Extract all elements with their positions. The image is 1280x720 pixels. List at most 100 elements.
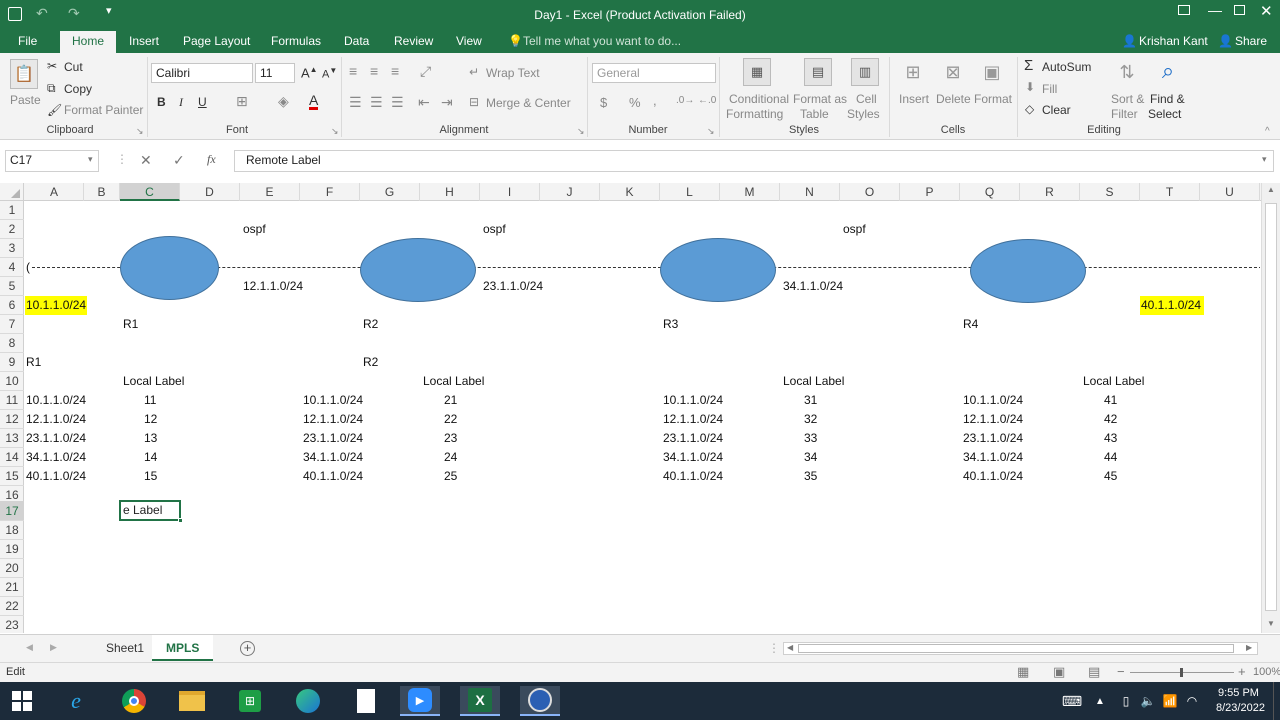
find-select-label-2[interactable]: Select	[1148, 107, 1181, 121]
number-format-box[interactable]: General	[592, 63, 716, 83]
insert-cells-icon[interactable]: ⊞	[900, 58, 926, 86]
dialog-launcher-icon[interactable]: ↘	[577, 126, 585, 137]
label-cell[interactable]: 34	[804, 448, 817, 467]
merge-center-button[interactable]: Merge & Center	[486, 96, 571, 110]
keyboard-icon[interactable]: ⌨	[1058, 686, 1086, 716]
column-header-c[interactable]: C	[120, 183, 180, 201]
shrink-font-icon[interactable]: A▼	[322, 66, 337, 81]
cut-button[interactable]: Cut	[64, 60, 83, 74]
add-sheet-icon[interactable]: +	[240, 641, 255, 656]
column-header-p[interactable]: P	[900, 183, 960, 201]
decrease-indent-icon[interactable]: ⇤	[418, 94, 430, 111]
router-r3-shape[interactable]	[660, 238, 776, 302]
prefix-cell[interactable]: 34.1.1.0/24	[663, 448, 723, 467]
obs-icon[interactable]	[520, 686, 560, 716]
collapse-ribbon-icon[interactable]: ^	[1265, 126, 1270, 137]
font-name-box[interactable]: Calibri	[151, 63, 253, 83]
tab-formulas[interactable]: Formulas	[271, 34, 321, 48]
prefix-cell[interactable]: 10.1.1.0/24	[303, 391, 363, 410]
find-select-icon[interactable]: ⌕	[1153, 56, 1183, 86]
font-size-box[interactable]: 11	[255, 63, 295, 83]
label-cell[interactable]: 21	[444, 391, 457, 410]
row-header[interactable]: 23	[0, 616, 24, 635]
cell-styles-label-1[interactable]: Cell	[856, 92, 877, 106]
row-header[interactable]: 22	[0, 597, 24, 616]
tab-file[interactable]: File	[18, 34, 37, 48]
expand-formula-bar-icon[interactable]: ▾	[1262, 154, 1267, 165]
top-align-icon[interactable]: ≡	[349, 63, 357, 79]
router-r4-shape[interactable]	[970, 239, 1086, 303]
bold-button[interactable]: B	[157, 95, 166, 109]
ribbon-display-icon[interactable]	[1178, 5, 1190, 15]
increase-indent-icon[interactable]: ⇥	[441, 94, 453, 111]
name-box-dropdown-icon[interactable]: ▾	[88, 154, 93, 165]
dialog-launcher-icon[interactable]: ↘	[136, 126, 144, 137]
row-header[interactable]: 1	[0, 201, 24, 220]
row-header[interactable]: 15	[0, 467, 24, 486]
format-as-table-icon[interactable]: ▤	[804, 58, 832, 86]
fill-color-icon[interactable]: ◈	[278, 93, 289, 110]
underline-button[interactable]: U	[198, 95, 207, 109]
label-cell[interactable]: 31	[804, 391, 817, 410]
fill-button[interactable]: Fill	[1042, 82, 1057, 96]
prefix-cell[interactable]: 23.1.1.0/24	[303, 429, 363, 448]
row-header[interactable]: 5	[0, 277, 24, 296]
label-cell[interactable]: 24	[444, 448, 457, 467]
row-header[interactable]: 7	[0, 315, 24, 334]
normal-view-icon[interactable]: ▦	[1017, 664, 1029, 680]
zoom-app-icon[interactable]: ▶	[400, 686, 440, 716]
tab-insert[interactable]: Insert	[129, 34, 159, 48]
label-cell[interactable]: 22	[444, 410, 457, 429]
internet-explorer-icon[interactable]: e	[56, 686, 96, 716]
start-icon[interactable]	[2, 686, 42, 716]
prefix-cell[interactable]: 12.1.1.0/24	[26, 410, 86, 429]
prefix-cell[interactable]: 40.1.1.0/24	[663, 467, 723, 486]
label-cell[interactable]: 43	[1104, 429, 1117, 448]
format-painter-button[interactable]: Format Painter	[64, 103, 143, 117]
format-as-table-label-1[interactable]: Format as	[793, 92, 847, 106]
column-header-r[interactable]: R	[1020, 183, 1080, 201]
label-cell[interactable]: 12	[144, 410, 157, 429]
insert-cells-button[interactable]: Insert	[899, 92, 929, 106]
prefix-cell[interactable]: 10.1.1.0/24	[963, 391, 1023, 410]
find-select-label-1[interactable]: Find &	[1150, 92, 1185, 106]
column-header-n[interactable]: N	[780, 183, 840, 201]
format-as-table-label-2[interactable]: Table	[800, 107, 829, 121]
currency-button[interactable]: $	[600, 95, 607, 110]
tell-me-box[interactable]: Tell me what you want to do...	[523, 34, 681, 48]
scroll-left-icon[interactable]: ◀	[787, 643, 793, 652]
paste-icon[interactable]: 📋	[10, 59, 38, 89]
tab-view[interactable]: View	[456, 34, 482, 48]
label-cell[interactable]: 45	[1104, 467, 1117, 486]
cell-styles-icon[interactable]: ▥	[851, 58, 879, 86]
prefix-cell[interactable]: 34.1.1.0/24	[26, 448, 86, 467]
percent-button[interactable]: %	[629, 95, 641, 110]
delete-cells-button[interactable]: Delete	[936, 92, 971, 106]
store-icon[interactable]: ⊞	[230, 686, 270, 716]
column-header-g[interactable]: G	[360, 183, 420, 201]
sort-filter-label-2[interactable]: Filter	[1111, 107, 1138, 121]
sort-filter-label-1[interactable]: Sort &	[1111, 92, 1144, 106]
page-layout-view-icon[interactable]: ▣	[1053, 664, 1065, 680]
prefix-cell[interactable]: 40.1.1.0/24	[303, 467, 363, 486]
align-left-icon[interactable]: ☰	[349, 94, 362, 111]
column-header-l[interactable]: L	[660, 183, 720, 201]
select-all-button[interactable]	[0, 183, 24, 201]
file-explorer-icon[interactable]	[172, 686, 212, 716]
label-cell[interactable]: 33	[804, 429, 817, 448]
insert-function-button[interactable]: fx	[207, 152, 216, 167]
dialog-launcher-icon[interactable]: ↘	[707, 126, 715, 137]
user-name[interactable]: Krishan Kant	[1139, 34, 1208, 48]
font-color-icon[interactable]: A	[309, 93, 319, 110]
column-header-j[interactable]: J	[540, 183, 600, 201]
active-cell-editor[interactable]: e Label	[119, 500, 181, 521]
sort-filter-icon[interactable]: ⇅	[1113, 58, 1141, 86]
scroll-thumb[interactable]	[798, 644, 1234, 653]
close-icon[interactable]: ✕	[1260, 2, 1273, 20]
zoom-in-icon[interactable]: +	[1238, 664, 1246, 679]
minimize-icon[interactable]: —	[1208, 2, 1222, 18]
row-header[interactable]: 4	[0, 258, 24, 277]
conditional-formatting-icon[interactable]: ▦	[743, 58, 771, 86]
row-header[interactable]: 11	[0, 391, 24, 410]
label-cell[interactable]: 41	[1104, 391, 1117, 410]
